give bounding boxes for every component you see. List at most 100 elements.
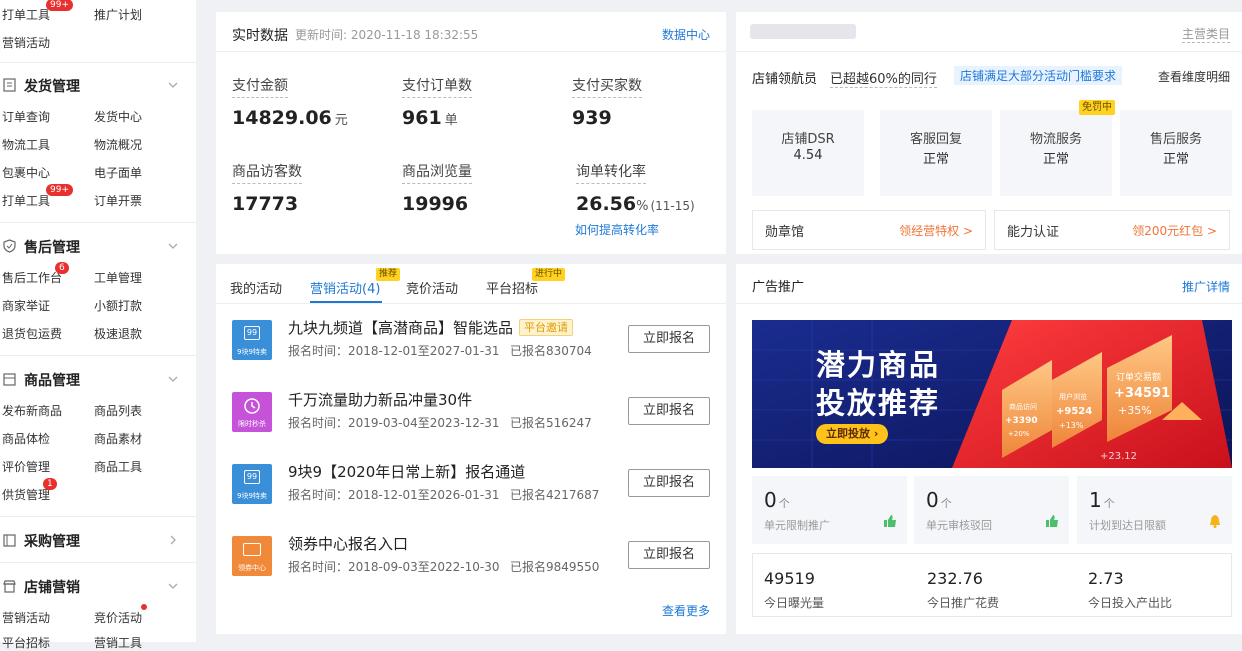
today-impressions-value: 49519	[764, 569, 815, 588]
coupon-icon	[243, 543, 261, 556]
document-icon	[3, 78, 16, 92]
divider	[736, 51, 1242, 52]
divider	[0, 562, 196, 563]
banner-footer-number: +23.12	[1100, 451, 1138, 462]
shop-metric-service-reply: 客服回复 正常	[880, 110, 992, 196]
improve-conversion-link[interactable]: 如何提高转化率	[575, 221, 659, 238]
sidebar-link-e-waybill[interactable]: 电子面单	[94, 164, 142, 181]
sidebar-link-logistics-tools[interactable]: 物流工具	[2, 136, 50, 153]
sidebar-link-shipping-center[interactable]: 发货中心	[94, 108, 142, 125]
campaign-thumbnail: 领券中心	[232, 536, 272, 576]
sidebar-link-order-invoice[interactable]: 订单开票	[94, 192, 142, 209]
sidebar-link-product-list[interactable]: 商品列表	[94, 402, 142, 419]
sidebar-link-product-checkup[interactable]: 商品体检	[2, 430, 50, 447]
notification-dot	[141, 604, 147, 610]
view-dimension-details-link[interactable]: 查看维度明细	[1158, 68, 1230, 85]
box-icon	[3, 373, 16, 386]
sidebar-link-print-tool-top[interactable]: 打单工具	[2, 6, 50, 23]
campaign-count: 已报名830704	[510, 344, 592, 358]
sidebar-section-products[interactable]: 商品管理	[0, 368, 190, 390]
tab-platform-bidding[interactable]: 平台招标	[486, 278, 538, 297]
banner-card-pct: +13%	[1059, 421, 1084, 430]
sidebar-link-merchant-evidence[interactable]: 商家举证	[2, 297, 50, 314]
in-progress-tag: 进行中	[532, 268, 566, 281]
stat-limited-units[interactable]: 0个 单元限制推广	[752, 476, 907, 544]
recommend-tag: 推荐	[376, 268, 401, 281]
medal-hall[interactable]: 勋章馆 领经营特权 >	[752, 210, 986, 250]
sidebar-section-shop-marketing[interactable]: 店铺营销	[0, 575, 190, 597]
update-time: 更新时间: 2020-11-18 18:32:55	[295, 28, 479, 42]
sidebar-section-shipping[interactable]: 发货管理	[0, 74, 190, 96]
divider	[736, 303, 1242, 304]
platform-invite-tag: 平台邀请	[519, 319, 574, 336]
register-button[interactable]: 立即报名	[628, 325, 710, 353]
register-button[interactable]: 立即报名	[628, 397, 710, 425]
sidebar-link-supply-management[interactable]: 供货管理	[2, 486, 50, 503]
campaign-time: 报名时间：2019-03-04至2023-12-31	[288, 416, 500, 430]
campaign-thumbnail: 99 9块9特卖	[232, 464, 272, 504]
badge: 99+	[46, 0, 73, 11]
sidebar-link-promotion-plan[interactable]: 推广计划	[94, 6, 142, 23]
sidebar-link-small-payment[interactable]: 小额打款	[94, 297, 142, 314]
sidebar-link-reviews[interactable]: 评价管理	[2, 458, 50, 475]
sidebar-link-return-shipping[interactable]: 退货包运费	[2, 325, 62, 342]
register-button[interactable]: 立即报名	[628, 469, 710, 497]
sidebar-link-ticket-management[interactable]: 工单管理	[94, 269, 142, 286]
sidebar-link-parcel-center[interactable]: 包裹中心	[2, 164, 50, 181]
card-title: 广告推广	[752, 280, 805, 295]
thumbs-up-icon	[1046, 515, 1058, 527]
sidebar-link-marketing-events[interactable]: 营销活动	[2, 609, 50, 626]
sidebar-section-purchasing[interactable]: 采购管理	[0, 529, 190, 551]
sidebar-link-fast-refund[interactable]: 极速退款	[94, 325, 142, 342]
tab-bidding-activities[interactable]: 竞价活动	[406, 278, 458, 297]
sidebar-link-marketing-activity[interactable]: 营销活动	[2, 34, 50, 51]
campaign-title: 9块9【2020年日常上新】报名通道	[288, 463, 526, 481]
section-title: 售后管理	[24, 240, 80, 256]
campaign-time: 报名时间：2018-09-03至2022-10-30	[288, 560, 500, 574]
register-button[interactable]: 立即报名	[628, 541, 710, 569]
metric-label: 支付金额	[232, 75, 288, 98]
ad-banner[interactable]: 潜力商品 投放推荐 立即投放 › 商品访问 +3390 +20% 用户浏览 +9…	[752, 320, 1232, 468]
divider	[216, 303, 726, 304]
divider	[0, 516, 196, 517]
banner-card-value: +3390	[1005, 416, 1038, 426]
divider	[216, 51, 726, 52]
sidebar-link-logistics-overview[interactable]: 物流概况	[94, 136, 142, 153]
chevron-down-icon	[168, 82, 178, 88]
shop-metric-dsr: 店铺DSR 4.54	[752, 110, 864, 196]
sidebar-link-platform-bidding[interactable]: 平台招标	[2, 634, 50, 651]
campaign-thumbnail: 限时秒杀	[232, 392, 272, 432]
promotion-details-link[interactable]: 推广详情	[1182, 278, 1230, 295]
sidebar-link-order-query[interactable]: 订单查询	[2, 108, 50, 125]
ability-certification[interactable]: 能力认证 领200元红包 >	[994, 210, 1230, 250]
view-more-link[interactable]: 查看更多	[662, 602, 710, 619]
tab-my-activities[interactable]: 我的活动	[230, 278, 282, 297]
banner-card-pct: +20%	[1008, 430, 1030, 438]
section-title: 商品管理	[24, 373, 80, 389]
sidebar-link-product-assets[interactable]: 商品素材	[94, 430, 142, 447]
metric-value-conversion-rate: 26.56% (11-15)	[576, 193, 695, 215]
sidebar-link-marketing-tools[interactable]: 营销工具	[94, 634, 142, 651]
shield-check-icon	[3, 239, 16, 253]
banner-card-label: 商品访问	[1009, 403, 1037, 411]
sidebar-link-print-tool[interactable]: 打单工具	[2, 192, 50, 209]
sidebar-link-bidding-events[interactable]: 竞价活动	[94, 609, 142, 626]
tab-marketing-activities[interactable]: 营销活动(4)	[310, 278, 380, 297]
metric-label: 支付订单数	[402, 75, 472, 98]
main-category-link[interactable]: 主营类目	[1182, 25, 1231, 43]
launch-now-button[interactable]: 立即投放 ›	[816, 424, 889, 444]
campaign-count: 已报名516247	[510, 416, 592, 430]
sidebar-link-product-tools[interactable]: 商品工具	[94, 458, 142, 475]
sidebar-link-publish-product[interactable]: 发布新商品	[2, 402, 62, 419]
banner-card-label: 用户浏览	[1059, 393, 1087, 401]
sidebar-section-after-sales[interactable]: 售后管理	[0, 235, 190, 257]
data-center-link[interactable]: 数据中心	[662, 26, 710, 43]
stat-plans-at-limit[interactable]: 1个 计划到达日限额	[1077, 476, 1232, 544]
realtime-data-card: 实时数据 更新时间: 2020-11-18 18:32:55 数据中心 支付金额…	[216, 12, 726, 254]
stat-rejected-units[interactable]: 0个 单元审核驳回	[914, 476, 1069, 544]
sidebar-link-after-sales-desk[interactable]: 售后工作台	[2, 269, 62, 286]
penalty-free-tag: 免罚中	[1079, 100, 1115, 115]
sidebar: 打单工具 99+ 推广计划 营销活动 发货管理 订单查询 发货中心 物流工具 物…	[0, 0, 196, 650]
banner-card-pct: +35%	[1118, 404, 1152, 417]
metric-value-visitors: 17773	[232, 193, 299, 215]
